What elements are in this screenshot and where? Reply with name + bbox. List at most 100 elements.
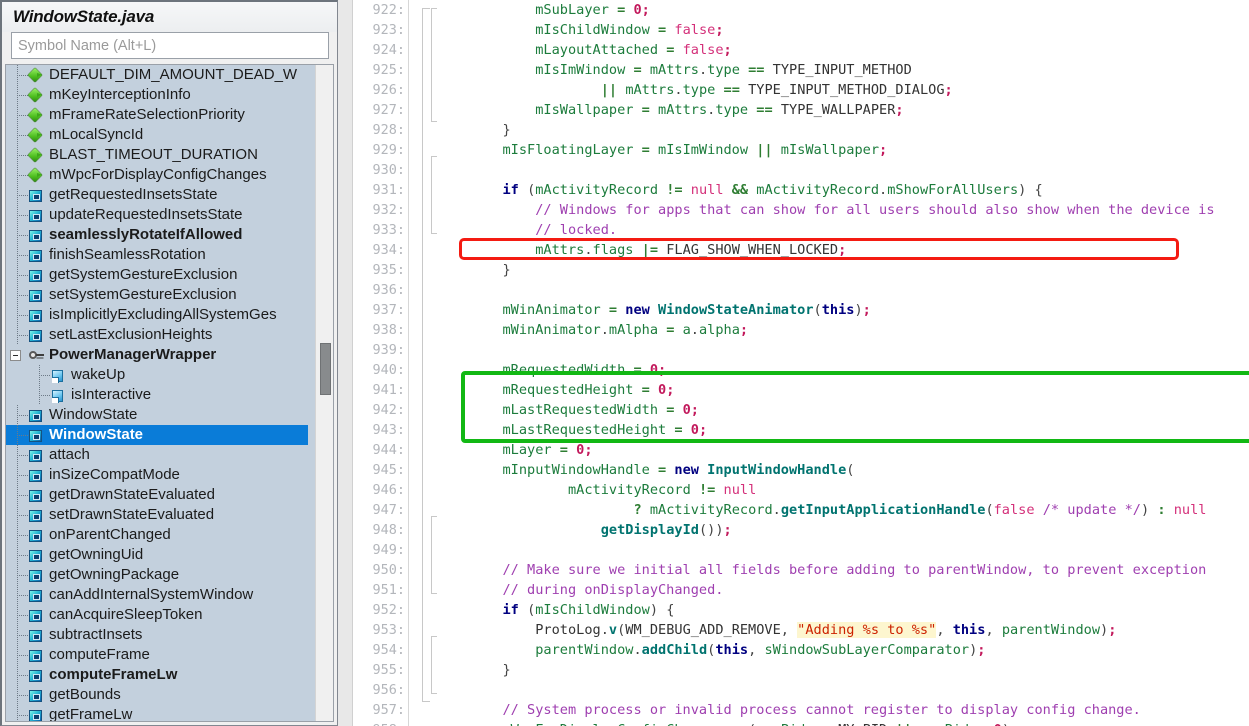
code-line[interactable]: mIsFloatingLayer = mIsImWindow || mIsWal…	[437, 140, 1249, 160]
outline-item-label: wakeUp	[71, 366, 126, 383]
outline-item-windowstate[interactable]: WindowState	[6, 405, 308, 425]
code-line[interactable]: || mAttrs.type == TYPE_INPUT_METHOD_DIAL…	[437, 80, 1249, 100]
outline-item-mwpcfordisplayconfigchanges[interactable]: mWpcForDisplayConfigChanges	[6, 165, 308, 185]
outline-item-blast-timeout-duration[interactable]: BLAST_TIMEOUT_DURATION	[6, 145, 308, 165]
outline-item-getowningpackage[interactable]: getOwningPackage	[6, 565, 308, 585]
outline-item-windowstate[interactable]: WindowState	[6, 425, 308, 445]
code-folding-column[interactable]	[409, 0, 439, 726]
code-line[interactable]: mWinAnimator.mAlpha = a.alpha;	[437, 320, 1249, 340]
outline-item-getrequestedinsetsstate[interactable]: getRequestedInsetsState	[6, 185, 308, 205]
code-line[interactable]: // System process or invalid process can…	[437, 700, 1249, 720]
line-number: 941:	[372, 382, 405, 398]
outline-item-seamlesslyrotateifallowed[interactable]: seamlesslyRotateIfAllowed	[6, 225, 308, 245]
scrollbar-thumb[interactable]	[320, 343, 331, 395]
outline-item-isinteractive[interactable]: isInteractive	[6, 385, 308, 405]
code-line[interactable]: getDisplayId());	[437, 520, 1249, 540]
code-line[interactable]: }	[437, 660, 1249, 680]
outline-item-mlocalsyncid[interactable]: mLocalSyncId	[6, 125, 308, 145]
tree-guide-line	[6, 265, 28, 285]
code-line[interactable]: mWpcForDisplayConfigChanges = (s.mPid ==…	[437, 720, 1249, 726]
outline-item-computeframelw[interactable]: computeFrameLw	[6, 665, 308, 685]
tree-guide-line	[6, 145, 28, 165]
outline-item-onparentchanged[interactable]: onParentChanged	[6, 525, 308, 545]
code-line[interactable]: mRequestedHeight = 0;	[437, 380, 1249, 400]
outline-item-insizecompatmode[interactable]: inSizeCompatMode	[6, 465, 308, 485]
outline-item-canaddinternalsystemwindow[interactable]: canAddInternalSystemWindow	[6, 585, 308, 605]
tree-guide-line	[6, 225, 28, 245]
method-icon	[28, 567, 44, 583]
interface-key-icon	[28, 347, 44, 363]
code-line[interactable]: mActivityRecord != null	[437, 480, 1249, 500]
code-line[interactable]: mSubLayer = 0;	[437, 0, 1249, 20]
method-icon	[28, 607, 44, 623]
outline-item-getowninguid[interactable]: getOwningUid	[6, 545, 308, 565]
line-number: 955:	[372, 662, 405, 678]
code-line[interactable]: mIsImWindow = mAttrs.type == TYPE_INPUT_…	[437, 60, 1249, 80]
outline-item-default-dim-amount-dead-w[interactable]: DEFAULT_DIM_AMOUNT_DEAD_W	[6, 65, 308, 85]
outline-tree[interactable]: DEFAULT_DIM_AMOUNT_DEAD_W mKeyInterceptio…	[6, 65, 308, 721]
tree-guide-line	[6, 85, 28, 105]
outline-item-mframerateselectionpriority[interactable]: mFrameRateSelectionPriority	[6, 105, 308, 125]
code-line[interactable]: mIsChildWindow = false;	[437, 20, 1249, 40]
outline-item-label: WindowState	[49, 406, 138, 423]
code-line[interactable]: ProtoLog.v(WM_DEBUG_ADD_REMOVE, "Adding …	[437, 620, 1249, 640]
line-number: 923:	[372, 22, 405, 38]
outline-item-getbounds[interactable]: getBounds	[6, 685, 308, 705]
code-line[interactable]: // Make sure we initial all fields befor…	[437, 560, 1249, 580]
code-line[interactable]	[437, 340, 1249, 360]
code-line[interactable]: mLayer = 0;	[437, 440, 1249, 460]
outline-item-subtractinsets[interactable]: subtractInsets	[6, 625, 308, 645]
outline-item-getframelw[interactable]: getFrameLw	[6, 705, 308, 721]
outline-item-wakeup[interactable]: wakeUp	[6, 365, 308, 385]
outline-item-getsystemgestureexclusion[interactable]: getSystemGestureExclusion	[6, 265, 308, 285]
code-line[interactable]	[437, 280, 1249, 300]
code-line[interactable]	[437, 540, 1249, 560]
outline-panel: WindowState.java DEFAULT_DIM_AMOUNT_DEAD…	[0, 0, 338, 726]
code-content[interactable]: mSubLayer = 0; mIsChildWindow = false; m…	[437, 0, 1249, 726]
code-line[interactable]: mAttrs.flags |= FLAG_SHOW_WHEN_LOCKED;	[437, 240, 1249, 260]
outline-item-attach[interactable]: attach	[6, 445, 308, 465]
outline-tree-scrollbar[interactable]	[315, 65, 333, 721]
code-line[interactable]: if (mActivityRecord != null && mActivity…	[437, 180, 1249, 200]
outline-item-canacquiresleeptoken[interactable]: canAcquireSleepToken	[6, 605, 308, 625]
code-line[interactable]: ? mActivityRecord.getInputApplicationHan…	[437, 500, 1249, 520]
code-line[interactable]: }	[437, 120, 1249, 140]
outline-item-updaterequestedinsetsstate[interactable]: updateRequestedInsetsState	[6, 205, 308, 225]
outline-item-isimplicitlyexcludingallsystemges[interactable]: isImplicitlyExcludingAllSystemGes	[6, 305, 308, 325]
outline-item-setlastexclusionheights[interactable]: setLastExclusionHeights	[6, 325, 308, 345]
tree-guide-line	[6, 585, 28, 605]
code-line[interactable]: // locked.	[437, 220, 1249, 240]
code-editor[interactable]: 922: 923: 924: 925: 926: 927: 928: 929: 930: 931:…	[338, 0, 1249, 726]
outline-item-computeframe[interactable]: computeFrame	[6, 645, 308, 665]
line-number: 946:	[372, 482, 405, 498]
code-line[interactable]: parentWindow.addChild(this, sWindowSubLa…	[437, 640, 1249, 660]
outline-item-setsystemgestureexclusion[interactable]: setSystemGestureExclusion	[6, 285, 308, 305]
code-line[interactable]: mIsWallpaper = mAttrs.type == TYPE_WALLP…	[437, 100, 1249, 120]
code-line[interactable]: mLayoutAttached = false;	[437, 40, 1249, 60]
outline-item-getdrawnstateevaluated[interactable]: getDrawnStateEvaluated	[6, 485, 308, 505]
tree-guide-line	[28, 365, 50, 385]
code-line[interactable]: mRequestedWidth = 0;	[437, 360, 1249, 380]
code-line[interactable]: mInputWindowHandle = new InputWindowHand…	[437, 460, 1249, 480]
outline-item-label: mFrameRateSelectionPriority	[49, 106, 245, 123]
code-line[interactable]: mLastRequestedHeight = 0;	[437, 420, 1249, 440]
code-line[interactable]	[437, 680, 1249, 700]
code-line[interactable]	[437, 160, 1249, 180]
method-icon	[28, 687, 44, 703]
code-line[interactable]: mLastRequestedWidth = 0;	[437, 400, 1249, 420]
method-icon	[28, 227, 44, 243]
outline-item-powermanagerwrapper[interactable]: PowerManagerWrapper	[6, 345, 308, 365]
code-line[interactable]: // Windows for apps that can show for al…	[437, 200, 1249, 220]
outline-item-mkeyinterceptioninfo[interactable]: mKeyInterceptionInfo	[6, 85, 308, 105]
symbol-filter-input[interactable]	[11, 32, 329, 59]
tree-guide-line	[6, 525, 28, 545]
code-line[interactable]: mWinAnimator = new WindowStateAnimator(t…	[437, 300, 1249, 320]
code-line[interactable]: // during onDisplayChanged.	[437, 580, 1249, 600]
code-line[interactable]: if (mIsChildWindow) {	[437, 600, 1249, 620]
code-line[interactable]: }	[437, 260, 1249, 280]
line-number: 944:	[372, 442, 405, 458]
line-number: 954:	[372, 642, 405, 658]
outline-item-setdrawnstateevaluated[interactable]: setDrawnStateEvaluated	[6, 505, 308, 525]
outline-item-label: seamlesslyRotateIfAllowed	[49, 226, 243, 243]
outline-item-finishseamlessrotation[interactable]: finishSeamlessRotation	[6, 245, 308, 265]
